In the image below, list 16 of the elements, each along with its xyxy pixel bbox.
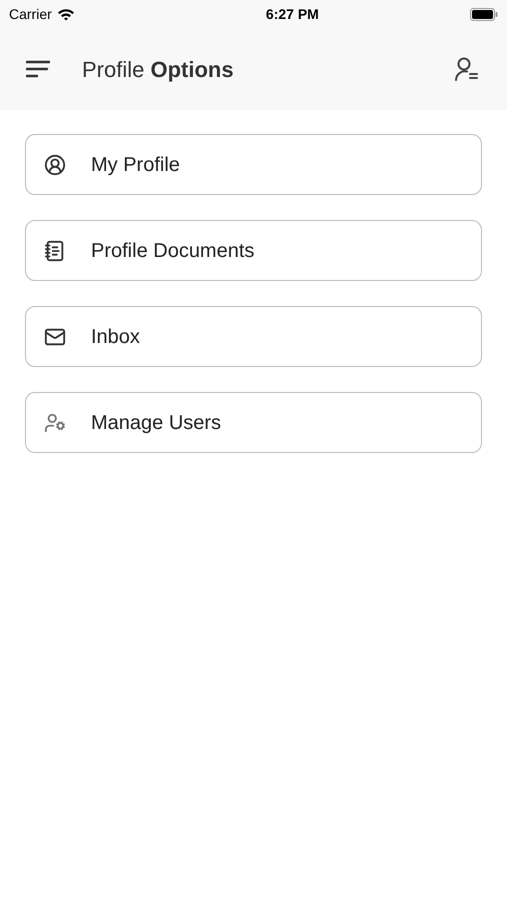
user-gear-icon bbox=[44, 412, 66, 434]
wifi-icon bbox=[56, 8, 75, 20]
switch-user-button[interactable] bbox=[453, 55, 481, 83]
page-title: Profile Options bbox=[82, 56, 235, 84]
user-switch-icon bbox=[454, 56, 480, 82]
battery-icon bbox=[470, 8, 498, 20]
clock-text: 6:27 PM bbox=[266, 4, 319, 24]
carrier-text: Carrier bbox=[9, 4, 52, 24]
menu-item[interactable]: My Profile bbox=[25, 134, 482, 195]
menu-item[interactable]: Inbox bbox=[25, 306, 482, 367]
menu-item[interactable]: Profile Documents bbox=[25, 220, 482, 281]
menu-button[interactable] bbox=[26, 58, 52, 80]
menu-icon bbox=[26, 60, 50, 78]
menu-item[interactable]: Manage Users bbox=[25, 392, 482, 453]
user-circle-icon bbox=[44, 154, 66, 176]
document-icon bbox=[44, 240, 66, 262]
